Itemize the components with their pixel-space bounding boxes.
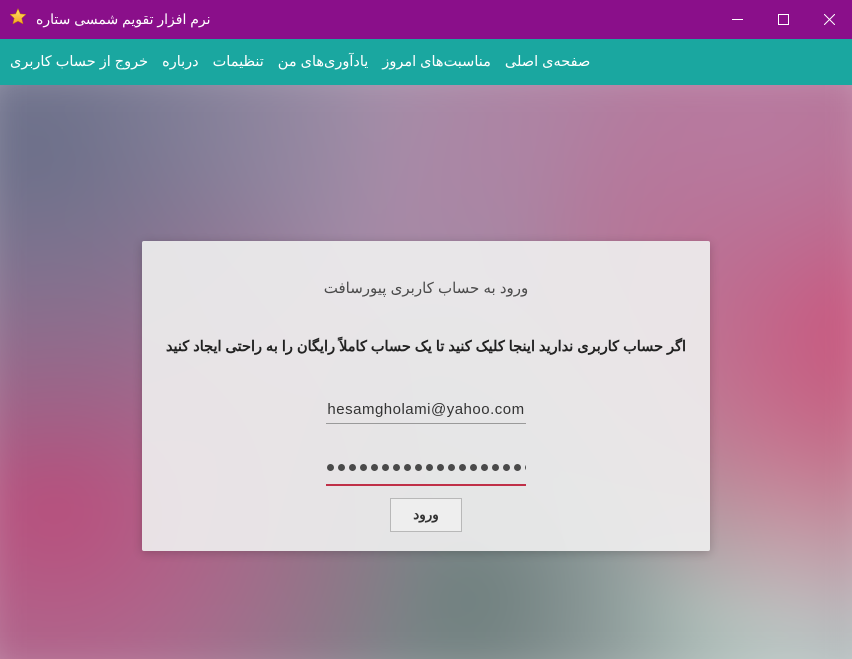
password-dot: [470, 464, 477, 471]
minimize-button[interactable]: [714, 0, 760, 39]
menu-occasions[interactable]: مناسبت‌های امروز: [382, 54, 491, 70]
password-dot: [349, 464, 356, 471]
menu-reminders[interactable]: یادآوری‌های من: [278, 54, 369, 70]
password-underline: [326, 484, 526, 486]
password-dot: [437, 464, 444, 471]
title-bar-left: نرم افزار تقویم شمسی ستاره: [0, 7, 211, 32]
window-controls: [714, 0, 852, 39]
password-dot: [393, 464, 400, 471]
email-underline: [326, 423, 526, 424]
password-dot: [459, 464, 466, 471]
login-card: ورود به حساب کاربری پیورسافت اگر حساب کا…: [142, 241, 710, 551]
password-dot: [492, 464, 499, 471]
menu-home[interactable]: صفحه‌ی اصلی: [505, 54, 590, 70]
title-bar: نرم افزار تقویم شمسی ستاره: [0, 0, 852, 39]
password-dot: [525, 464, 527, 471]
password-dot: [514, 464, 521, 471]
password-dot: [404, 464, 411, 471]
menu-bar: صفحه‌ی اصلی مناسبت‌های امروز یادآوری‌های…: [0, 39, 852, 85]
signup-link[interactable]: اگر حساب کاربری ندارید اینجا کلیک کنید ت…: [162, 339, 690, 355]
password-dot: [371, 464, 378, 471]
password-dot: [415, 464, 422, 471]
password-dot: [481, 464, 488, 471]
app-title: نرم افزار تقویم شمسی ستاره: [36, 11, 211, 28]
password-dot: [338, 464, 345, 471]
password-field[interactable]: [326, 454, 526, 478]
password-dot: [382, 464, 389, 471]
content-area: ورود به حساب کاربری پیورسافت اگر حساب کا…: [0, 85, 852, 659]
menu-logout[interactable]: خروج از حساب کاربری: [10, 54, 148, 70]
login-title: ورود به حساب کاربری پیورسافت: [162, 279, 690, 297]
menu-settings[interactable]: تنظیمات: [213, 54, 264, 70]
password-dot: [360, 464, 367, 471]
email-field[interactable]: [326, 395, 526, 423]
password-dot: [448, 464, 455, 471]
password-dot: [503, 464, 510, 471]
email-field-wrapper: [326, 395, 526, 424]
password-dot: [327, 464, 334, 471]
menu-about[interactable]: درباره: [162, 54, 199, 70]
password-dot: [426, 464, 433, 471]
star-icon: [8, 7, 28, 32]
close-button[interactable]: [806, 0, 852, 39]
login-button[interactable]: ورود: [390, 498, 462, 532]
maximize-button[interactable]: [760, 0, 806, 39]
